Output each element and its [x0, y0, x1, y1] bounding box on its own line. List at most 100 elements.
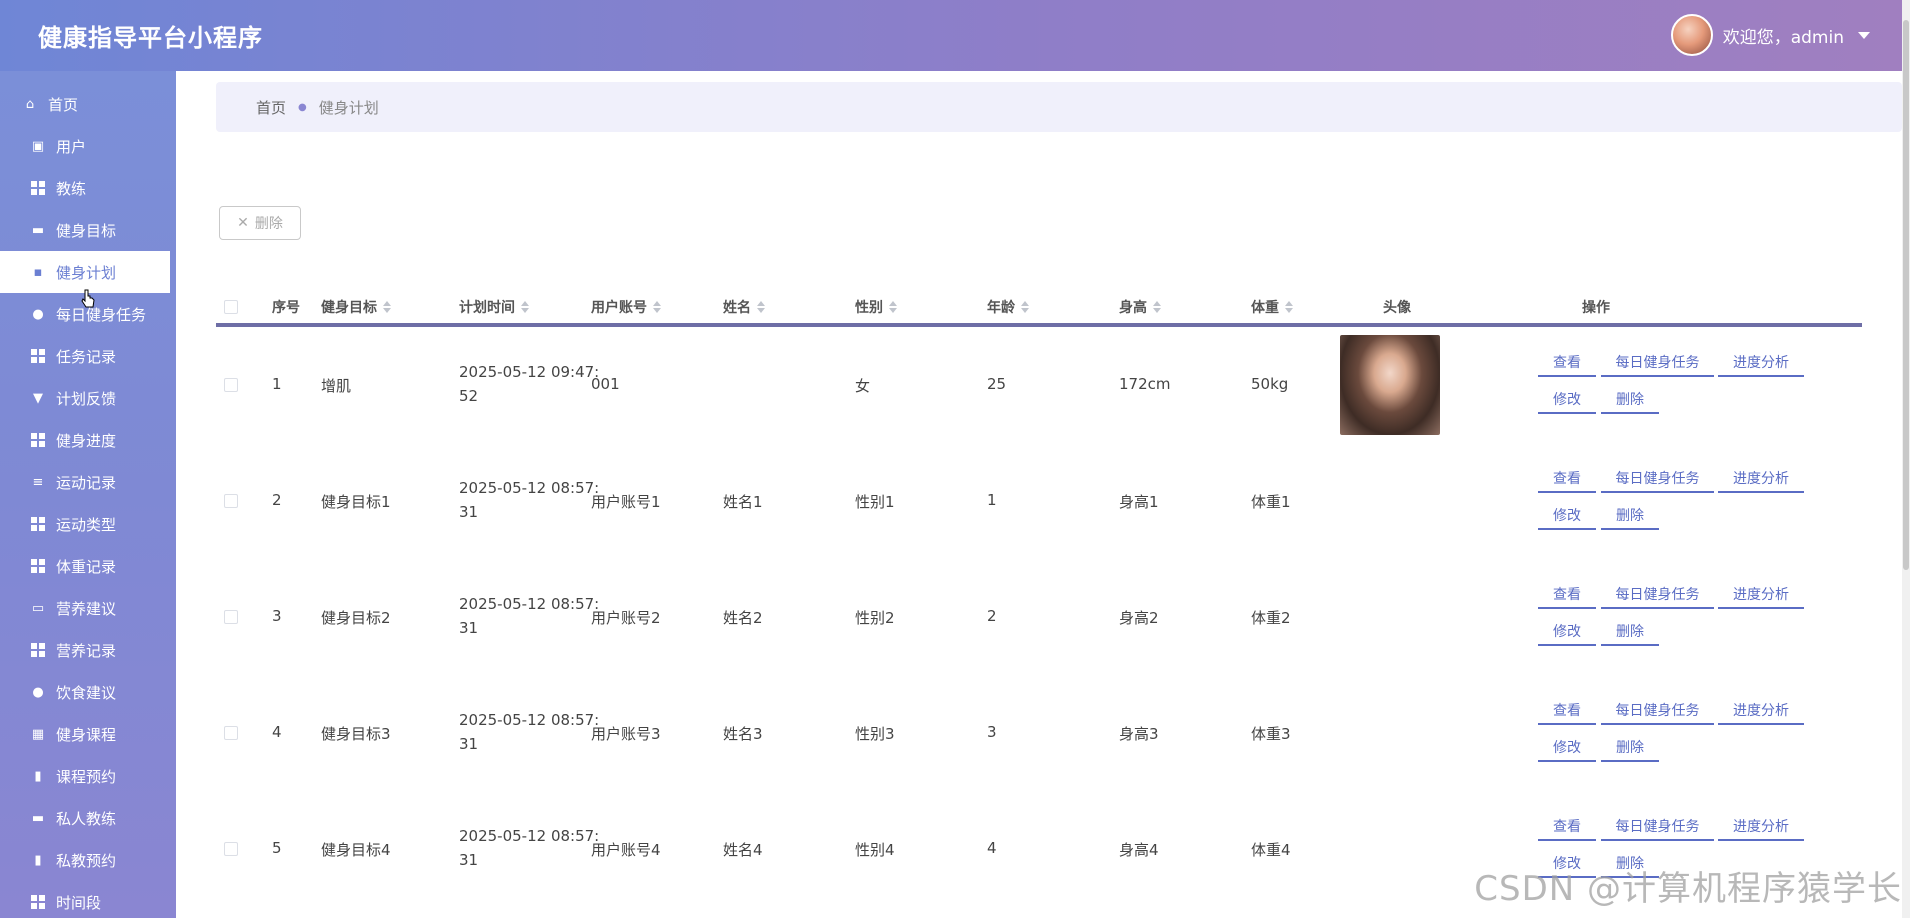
- welcome-text[interactable]: 欢迎您，admin: [1723, 23, 1844, 48]
- delete-button[interactable]: 删除: [1601, 386, 1659, 414]
- daily-button[interactable]: 每日健身任务: [1601, 581, 1714, 609]
- col-age-label: 年龄: [987, 297, 1015, 317]
- delete-button[interactable]: 删除: [1601, 502, 1659, 530]
- sort-icon[interactable]: [1153, 301, 1161, 313]
- cell-time: 2025-05-12 08:57:: [459, 827, 599, 845]
- view-button[interactable]: 查看: [1538, 581, 1596, 609]
- col-gender-header[interactable]: 性别: [855, 297, 897, 317]
- sort-icon[interactable]: [653, 301, 661, 313]
- cell-weight: 50kg: [1251, 375, 1288, 393]
- table-body: 1增肌001女25172cm50kg2025-05-12 09:47:52查看每…: [216, 327, 1862, 907]
- breadcrumb: 首页 ● 健身计划: [216, 82, 1902, 132]
- list-icon: ≡: [30, 474, 46, 490]
- batch-delete-button[interactable]: ✕ 删除: [219, 206, 301, 240]
- sidebar-item[interactable]: ▬健身目标: [0, 209, 170, 251]
- sidebar-item[interactable]: 营养记录: [0, 629, 170, 671]
- sort-icon[interactable]: [1021, 301, 1029, 313]
- row-checkbox[interactable]: [224, 378, 238, 392]
- cell-account: 用户账号3: [591, 723, 661, 744]
- breadcrumb-home[interactable]: 首页: [256, 97, 286, 118]
- progress-button[interactable]: 进度分析: [1718, 349, 1804, 377]
- sort-icon[interactable]: [757, 301, 765, 313]
- table-row: 3健身目标2用户账号2姓名2性别22身高2体重22025-05-12 08:57…: [216, 559, 1862, 675]
- view-button[interactable]: 查看: [1538, 349, 1596, 377]
- col-name-label: 姓名: [723, 297, 751, 317]
- sort-icon[interactable]: [383, 301, 391, 313]
- edit-button[interactable]: 修改: [1538, 386, 1596, 414]
- progress-button[interactable]: 进度分析: [1718, 697, 1804, 725]
- delete-button[interactable]: 删除: [1601, 734, 1659, 762]
- scrollbar[interactable]: [1902, 0, 1910, 918]
- col-ops-header: 操作: [1582, 297, 1610, 317]
- sort-icon[interactable]: [889, 301, 897, 313]
- sidebar-item-label: 私人教练: [56, 808, 116, 829]
- col-age-header[interactable]: 年龄: [987, 297, 1029, 317]
- sidebar-item[interactable]: 时间段: [0, 881, 170, 923]
- col-avatar-label: 头像: [1383, 297, 1411, 317]
- col-name-header[interactable]: 姓名: [723, 297, 765, 317]
- bulb-icon: ●: [30, 306, 46, 322]
- sidebar-item-label: 每日健身任务: [56, 304, 146, 325]
- cell-index: 1: [272, 375, 282, 393]
- row-checkbox[interactable]: [224, 842, 238, 856]
- sidebar-item[interactable]: ▦健身课程: [0, 713, 170, 755]
- cell-age: 25: [987, 375, 1006, 393]
- batch-delete-label: 删除: [255, 213, 283, 233]
- cell-age: 2: [987, 607, 997, 625]
- sort-icon[interactable]: [1285, 301, 1293, 313]
- cell-time: 2025-05-12 08:57:: [459, 711, 599, 729]
- marker-icon: ▼: [30, 390, 46, 406]
- col-account-label: 用户账号: [591, 297, 647, 317]
- delete-button[interactable]: 删除: [1601, 618, 1659, 646]
- edit-button[interactable]: 修改: [1538, 734, 1596, 762]
- sidebar-item[interactable]: ▪健身计划: [0, 251, 170, 293]
- col-height-label: 身高: [1119, 297, 1147, 317]
- progress-button[interactable]: 进度分析: [1718, 465, 1804, 493]
- edit-button[interactable]: 修改: [1538, 502, 1596, 530]
- daily-button[interactable]: 每日健身任务: [1601, 813, 1714, 841]
- sidebar-item[interactable]: 健身进度: [0, 419, 170, 461]
- cell-name: 姓名1: [723, 491, 763, 512]
- row-checkbox[interactable]: [224, 726, 238, 740]
- col-gender-label: 性别: [855, 297, 883, 317]
- col-time-header[interactable]: 计划时间: [459, 297, 529, 317]
- sidebar-item[interactable]: 教练: [0, 167, 170, 209]
- edit-button[interactable]: 修改: [1538, 618, 1596, 646]
- sidebar-item[interactable]: 体重记录: [0, 545, 170, 587]
- sidebar-item[interactable]: ▣用户: [0, 125, 170, 167]
- sidebar-item[interactable]: ▬私人教练: [0, 797, 170, 839]
- user-menu[interactable]: 欢迎您，admin: [1671, 14, 1870, 56]
- row-checkbox[interactable]: [224, 494, 238, 508]
- select-all-checkbox[interactable]: [224, 300, 238, 314]
- col-weight-header[interactable]: 体重: [1251, 297, 1293, 317]
- sidebar-item[interactable]: ●饮食建议: [0, 671, 170, 713]
- daily-button[interactable]: 每日健身任务: [1601, 349, 1714, 377]
- sort-icon[interactable]: [521, 301, 529, 313]
- view-button[interactable]: 查看: [1538, 465, 1596, 493]
- user-avatar[interactable]: [1671, 14, 1713, 56]
- sidebar-item[interactable]: ⌂首页: [0, 83, 170, 125]
- sidebar-item[interactable]: ≡运动记录: [0, 461, 170, 503]
- sidebar-item-label: 首页: [48, 94, 78, 115]
- sidebar-item[interactable]: ▼计划反馈: [0, 377, 170, 419]
- col-height-header[interactable]: 身高: [1119, 297, 1161, 317]
- sidebar-item[interactable]: ▭营养建议: [0, 587, 170, 629]
- daily-button[interactable]: 每日健身任务: [1601, 465, 1714, 493]
- progress-button[interactable]: 进度分析: [1718, 581, 1804, 609]
- sidebar-item[interactable]: ▮课程预约: [0, 755, 170, 797]
- sidebar-item[interactable]: 运动类型: [0, 503, 170, 545]
- view-button[interactable]: 查看: [1538, 813, 1596, 841]
- progress-button[interactable]: 进度分析: [1718, 813, 1804, 841]
- col-goal-header[interactable]: 健身目标: [321, 297, 391, 317]
- scrollbar-thumb[interactable]: [1903, 20, 1909, 570]
- col-account-header[interactable]: 用户账号: [591, 297, 661, 317]
- row-checkbox[interactable]: [224, 610, 238, 624]
- daily-button[interactable]: 每日健身任务: [1601, 697, 1714, 725]
- cell-height: 172cm: [1119, 375, 1171, 393]
- chevron-down-icon[interactable]: [1858, 32, 1870, 39]
- cell-weight: 体重3: [1251, 723, 1291, 744]
- view-button[interactable]: 查看: [1538, 697, 1596, 725]
- sidebar-item[interactable]: 任务记录: [0, 335, 170, 377]
- sidebar-item[interactable]: ▮私教预约: [0, 839, 170, 881]
- cell-time-cont: 31: [459, 619, 478, 637]
